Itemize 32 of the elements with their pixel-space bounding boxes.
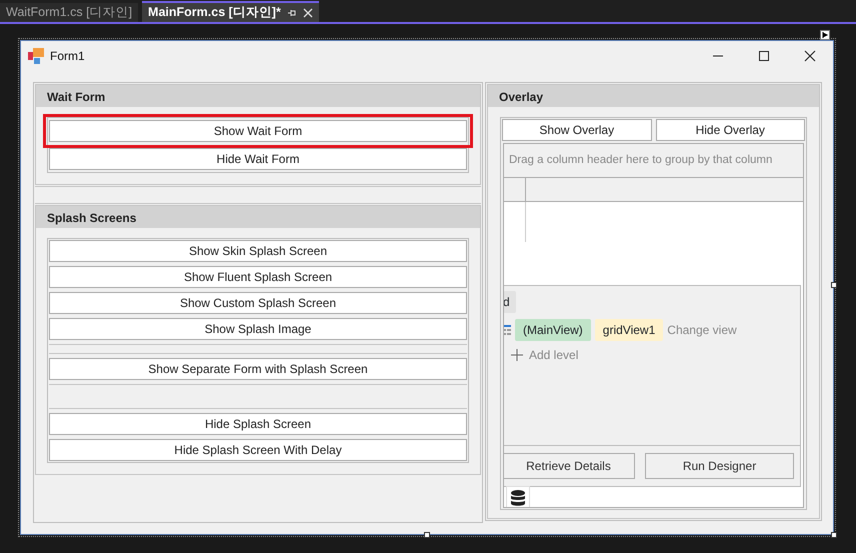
app-icon: [28, 48, 44, 64]
action-button[interactable]: Hide Wait Form: [49, 148, 467, 170]
grid-icon: [504, 325, 511, 335]
group-panel-hint: Drag a column header here to group by that column: [504, 144, 803, 178]
group-header: Wait Form: [36, 85, 480, 107]
action-button[interactable]: Show Skin Splash Screen: [49, 240, 467, 262]
database-icon[interactable]: [506, 486, 530, 507]
resize-handle[interactable]: [831, 532, 837, 538]
designer-button[interactable]: Retrieve Details: [504, 453, 635, 479]
level-chip[interactable]: (MainView): [515, 319, 591, 341]
pin-icon[interactable]: [286, 8, 297, 18]
action-button[interactable]: Show Fluent Splash Screen: [49, 266, 467, 288]
window-title: Form1: [50, 48, 85, 65]
document-tab[interactable]: WaitForm1.cs [디자인]: [0, 3, 138, 22]
document-tab[interactable]: MainForm.cs [디자인]*: [142, 1, 319, 22]
action-button[interactable]: Show Separate Form with Splash Screen: [49, 358, 467, 380]
action-button[interactable]: Hide Overlay: [656, 119, 805, 141]
level-chip[interactable]: gridView1: [594, 319, 664, 341]
group-header: Splash Screens: [36, 206, 480, 228]
plus-icon[interactable]: [511, 349, 523, 361]
maximize-icon[interactable]: [758, 50, 770, 62]
action-button[interactable]: Hide Splash Screen: [49, 413, 467, 435]
action-button[interactable]: Show Splash Image: [49, 318, 467, 340]
action-button[interactable]: Show Overlay: [502, 119, 652, 141]
close-icon[interactable]: [804, 50, 816, 62]
action-button[interactable]: Show Custom Splash Screen: [49, 292, 467, 314]
resize-handle[interactable]: [831, 282, 837, 288]
group-header: Overlay: [488, 85, 819, 107]
resize-handle[interactable]: [424, 532, 430, 538]
designer-button[interactable]: Run Designer: [645, 453, 794, 479]
action-button[interactable]: Hide Splash Screen With Delay: [49, 439, 467, 461]
smart-tag-icon[interactable]: [820, 30, 830, 40]
